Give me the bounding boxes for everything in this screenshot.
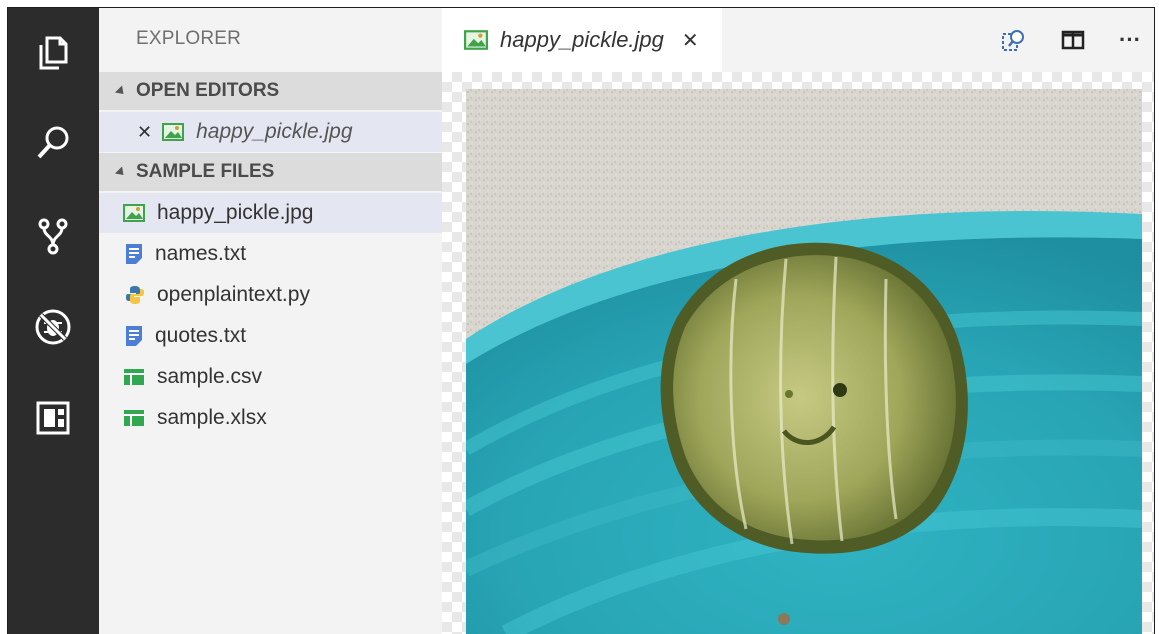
open-changes-icon[interactable] (998, 24, 1030, 56)
file-label: quotes.txt (155, 324, 247, 347)
collapse-arrow-icon (114, 165, 128, 179)
editor-area: happy_pickle.jpg ✕ ··· (442, 8, 1154, 634)
file-item-sample-xlsx[interactable]: sample.xlsx (99, 398, 442, 438)
tab-label: happy_pickle.jpg (500, 27, 664, 52)
files-icon[interactable] (31, 31, 75, 75)
source-control-icon[interactable] (31, 214, 75, 258)
file-label: names.txt (155, 242, 247, 265)
python-file-icon (125, 285, 145, 305)
open-editor-item[interactable]: ✕ happy_pickle.jpg (99, 112, 442, 152)
file-item-sample-csv[interactable]: sample.csv (99, 357, 442, 397)
collapse-arrow-icon (114, 84, 128, 98)
file-label: sample.csv (157, 365, 263, 388)
extensions-icon[interactable] (31, 396, 75, 440)
file-label: openplaintext.py (157, 283, 310, 306)
debug-icon[interactable] (31, 305, 75, 349)
spreadsheet-file-icon (123, 368, 145, 386)
file-item-names[interactable]: names.txt (99, 234, 442, 274)
open-editor-label: happy_pickle.jpg (196, 120, 353, 143)
tab-happy-pickle[interactable]: happy_pickle.jpg ✕ (442, 8, 722, 72)
more-actions-icon[interactable]: ··· (1114, 24, 1146, 56)
image-preview (442, 72, 1154, 634)
text-file-icon (125, 243, 143, 265)
section-label: SAMPLE FILES (136, 161, 275, 182)
section-label: OPEN EDITORS (136, 80, 280, 101)
file-item-quotes[interactable]: quotes.txt (99, 316, 442, 356)
file-label: happy_pickle.jpg (157, 201, 314, 224)
file-label: sample.xlsx (157, 406, 267, 429)
file-item-happy-pickle[interactable]: happy_pickle.jpg (99, 193, 442, 233)
section-open-editors[interactable]: OPEN EDITORS (99, 72, 442, 110)
spreadsheet-file-icon (123, 409, 145, 427)
image-file-icon (123, 204, 145, 222)
file-item-openplaintext[interactable]: openplaintext.py (99, 275, 442, 315)
explorer-sidebar: EXPLORER OPEN EDITORS ✕ happy_pickle.jpg… (99, 8, 442, 634)
text-file-icon (125, 325, 143, 347)
tab-close-icon[interactable]: ✕ (682, 28, 699, 53)
pickle-photo (466, 89, 1142, 634)
sidebar-title: EXPLORER (136, 28, 242, 49)
image-file-icon (464, 30, 488, 50)
search-icon[interactable] (31, 121, 75, 165)
section-sample-files[interactable]: SAMPLE FILES (99, 153, 442, 191)
window: EXPLORER OPEN EDITORS ✕ happy_pickle.jpg… (7, 7, 1155, 634)
close-icon[interactable]: ✕ (137, 122, 152, 143)
image-file-icon (162, 123, 185, 141)
tab-bar: happy_pickle.jpg ✕ ··· (442, 8, 1154, 72)
split-editor-icon[interactable] (1057, 24, 1089, 56)
activity-bar (8, 8, 99, 634)
